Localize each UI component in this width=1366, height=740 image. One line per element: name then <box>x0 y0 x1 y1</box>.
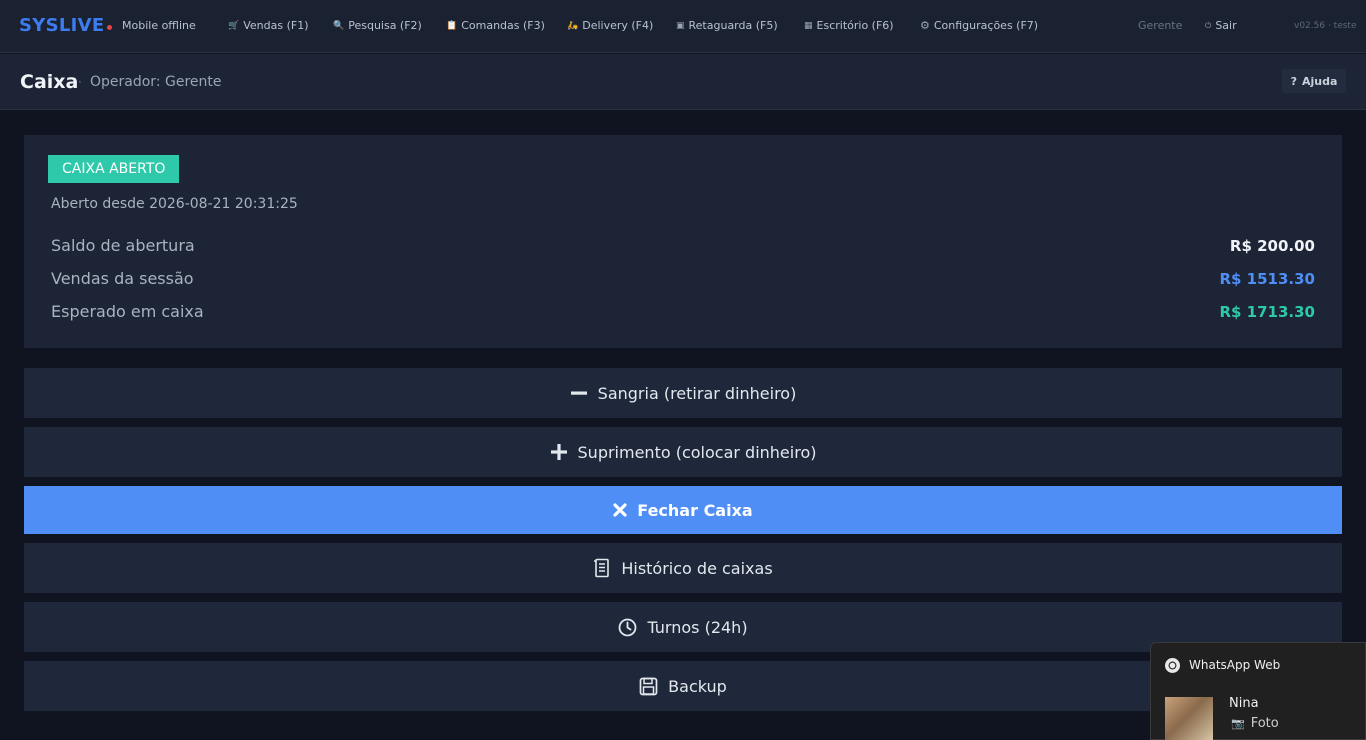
close-register-label: Fechar Caixa <box>637 500 753 520</box>
gear-icon: ⚙ <box>920 19 930 32</box>
current-user: Gerente <box>1138 19 1183 32</box>
save-icon <box>639 677 658 696</box>
search-icon: 🔍 <box>333 20 345 31</box>
nav-item-label: Retaguarda (F5) <box>688 19 778 32</box>
delivery-icon: 🛵 <box>567 20 579 31</box>
notification-app-name: WhatsApp Web <box>1189 658 1281 672</box>
session-sales-value: R$ 1513.30 <box>1219 270 1315 288</box>
history-button[interactable]: Histórico de caixas <box>24 543 1342 593</box>
mobile-status: Mobile offline <box>122 19 196 32</box>
opened-since-text: Aberto desde 2026-08-21 20:31:25 <box>51 196 298 212</box>
plus-icon <box>550 443 568 461</box>
opening-balance-value: R$ 200.00 <box>1229 237 1315 255</box>
clock-icon <box>618 618 637 637</box>
nav-item-vendas[interactable]: 🛒 Vendas (F1) <box>228 19 309 32</box>
brand-logo[interactable]: SYSLIVE <box>19 15 104 36</box>
nav-item-delivery[interactable]: 🛵 Delivery (F4) <box>567 19 653 32</box>
nav-item-comandas[interactable]: 📋 Comandas (F3) <box>446 19 545 32</box>
sangria-button[interactable]: Sangria (retirar dinheiro) <box>24 368 1342 418</box>
offline-status-dot <box>107 25 112 30</box>
opening-balance-label: Saldo de abertura <box>51 236 195 255</box>
minus-icon <box>570 384 588 402</box>
nav-item-pesquisa[interactable]: 🔍 Pesquisa (F2) <box>333 19 422 32</box>
avatar <box>1165 697 1213 740</box>
notification-message: 📷 Foto <box>1231 716 1279 731</box>
operator-label: Operador: Gerente <box>90 74 222 90</box>
nav-item-label: Configurações (F7) <box>933 19 1039 32</box>
nav-item-label: Comandas (F3) <box>461 19 545 32</box>
suprimento-label: Suprimento (colocar dinheiro) <box>577 442 817 462</box>
receipt-icon <box>593 558 611 578</box>
cart-icon: 🛒 <box>228 20 240 31</box>
question-icon: ? <box>1290 74 1297 88</box>
box-icon: ▣ <box>676 20 685 31</box>
nav-item-label: Pesquisa (F2) <box>348 19 422 32</box>
nav-item-label: Delivery (F4) <box>582 19 654 32</box>
cash-summary-card: CAIXA ABERTO Aberto desde 2026-08-21 20:… <box>24 135 1342 348</box>
notification-sender: Nina <box>1229 696 1259 711</box>
expected-cash-label: Esperado em caixa <box>51 302 204 321</box>
power-icon: ⏻ <box>1205 20 1212 30</box>
status-badge: CAIXA ABERTO <box>48 155 180 183</box>
shifts-button[interactable]: Turnos (24h) <box>24 602 1342 652</box>
page-title: Caixa <box>20 71 79 93</box>
history-label: Histórico de caixas <box>621 558 773 578</box>
notification-message-text: Foto <box>1250 716 1279 731</box>
nav-item-configuracoes[interactable]: ⚙ Configurações (F7) <box>920 19 1038 32</box>
sangria-label: Sangria (retirar dinheiro) <box>597 383 797 403</box>
nav-item-retaguarda[interactable]: ▣ Retaguarda (F5) <box>676 19 778 32</box>
suprimento-button[interactable]: Suprimento (colocar dinheiro) <box>24 427 1342 477</box>
help-label: Ajuda <box>1301 74 1338 88</box>
mobile-status-label: Mobile offline <box>122 19 196 32</box>
building-icon: ▦ <box>804 20 813 31</box>
expected-cash-value: R$ 1713.30 <box>1219 303 1315 321</box>
nav-item-label: Vendas (F1) <box>243 19 309 32</box>
help-button[interactable]: ? Ajuda <box>1282 69 1346 93</box>
version-label: v02.56 · teste <box>1294 21 1357 31</box>
shifts-label: Turnos (24h) <box>647 617 748 637</box>
backup-button[interactable]: Backup <box>24 661 1342 711</box>
nav-item-label: Escritório (F6) <box>816 19 894 32</box>
logout-link[interactable]: ⏻ Sair <box>1205 19 1237 32</box>
nav-item-escritorio[interactable]: ▦ Escritório (F6) <box>804 19 894 32</box>
close-register-button[interactable]: Fechar Caixa <box>24 486 1342 534</box>
title-separator: · <box>78 75 82 89</box>
whatsapp-notification[interactable]: WhatsApp Web Nina 📷 Foto <box>1150 642 1366 740</box>
backup-label: Backup <box>668 676 727 696</box>
session-sales-label: Vendas da sessão <box>51 269 194 288</box>
page-header: Caixa · Operador: Gerente ? Ajuda <box>0 54 1366 110</box>
logout-label: Sair <box>1215 19 1237 32</box>
camera-icon: 📷 <box>1231 717 1245 730</box>
close-icon <box>613 503 627 517</box>
clipboard-icon: 📋 <box>446 20 458 31</box>
top-navigation-bar: SYSLIVE Mobile offline 🛒 Vendas (F1) 🔍 P… <box>0 0 1366 53</box>
whatsapp-icon <box>1165 658 1180 673</box>
